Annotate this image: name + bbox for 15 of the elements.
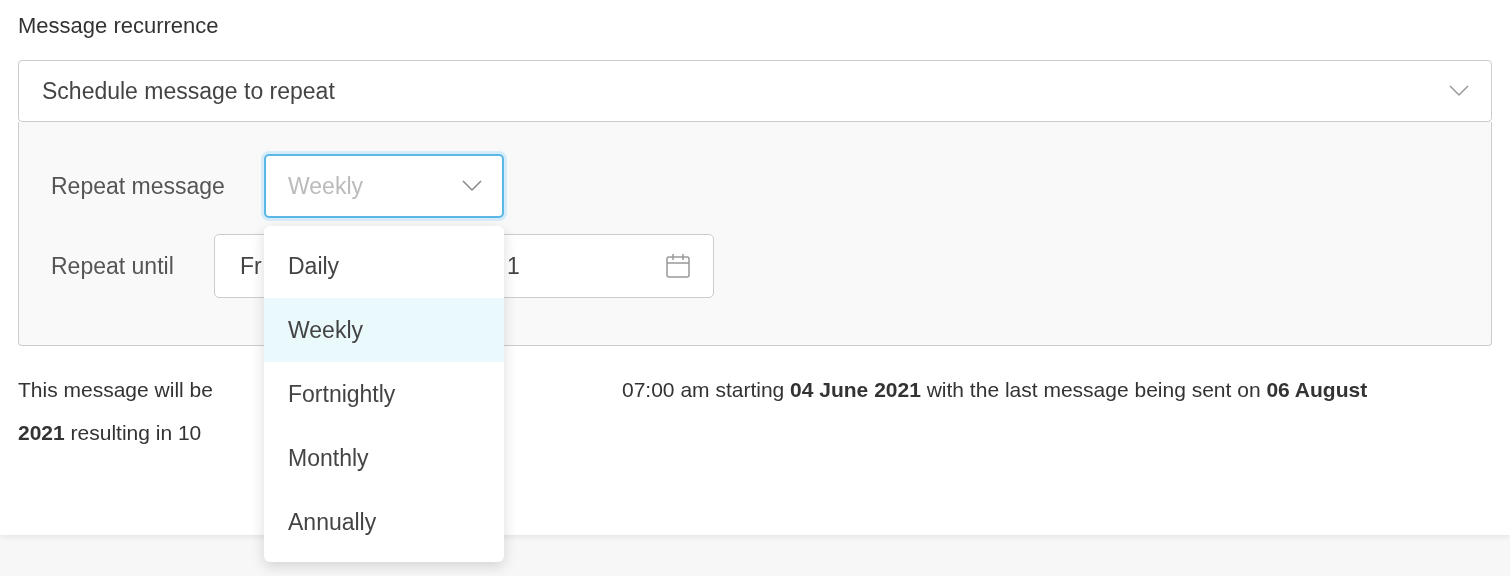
- dropdown-option[interactable]: Monthly: [264, 426, 504, 490]
- field-label: Repeat message: [51, 171, 226, 201]
- dropdown-option[interactable]: Daily: [264, 234, 504, 298]
- field-label: Message recurrence: [18, 12, 220, 40]
- summary-text: This message will be: [18, 377, 213, 403]
- recurrence-select[interactable]: Schedule message to repeat: [18, 60, 1492, 122]
- dropdown-option[interactable]: Annually: [264, 490, 504, 554]
- chevron-down-icon: [462, 180, 482, 192]
- field-label: Repeat until: [51, 251, 175, 281]
- dropdown-option[interactable]: Fortnightly: [264, 362, 504, 426]
- summary-text: 07:00 am starting 04 June 2021 with the last message being sent on 06 August: [622, 377, 1369, 403]
- summary-text: 2021 resulting in 10: [18, 420, 202, 446]
- dropdown-option[interactable]: Weekly: [264, 298, 504, 362]
- chevron-down-icon: [1449, 85, 1469, 97]
- calendar-icon: [665, 253, 691, 279]
